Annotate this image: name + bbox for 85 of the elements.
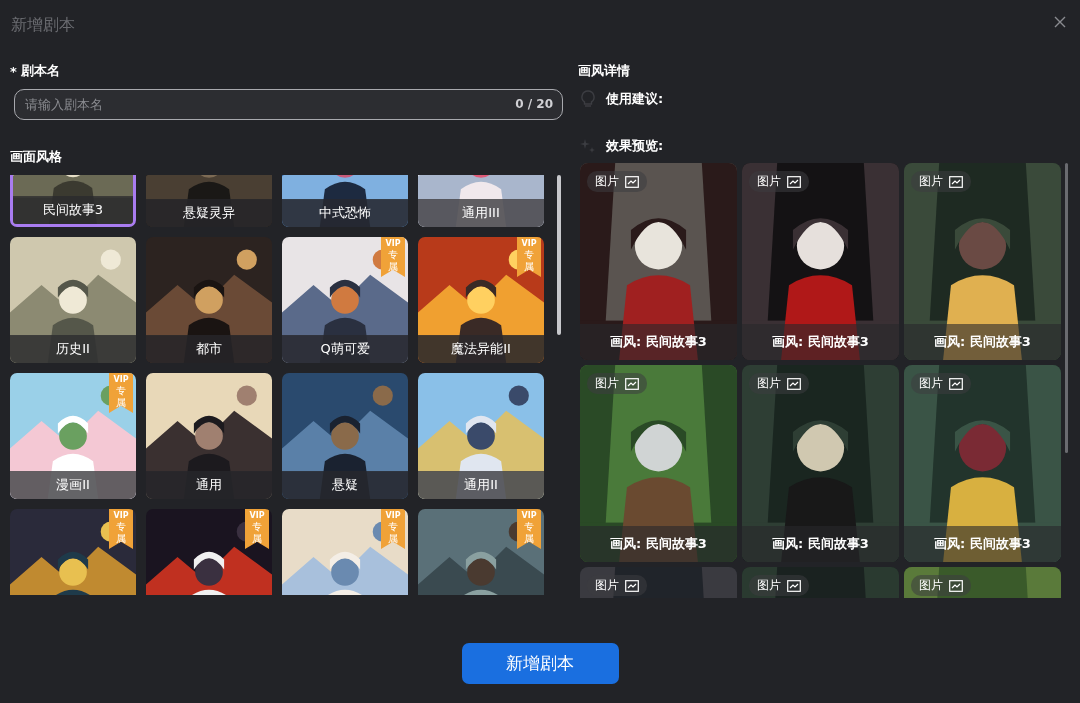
style-card[interactable]: 民间故事3 [10, 175, 136, 227]
style-card[interactable]: 历史II [10, 237, 136, 363]
preview-card[interactable]: 图片 画风: 民间故事3 [580, 163, 737, 360]
preview-card[interactable]: 图片 画风: 民间故事3 [742, 365, 899, 562]
preview-card[interactable]: 图片 画风: 民间故事3 [580, 365, 737, 562]
dialog-title: 新增剧本 [11, 14, 75, 36]
style-name: 中式恐怖 [282, 199, 408, 227]
tag-text: 图片 [595, 173, 619, 190]
ribbon-text: VIP [521, 511, 537, 521]
preview-caption: 画风: 民间故事3 [904, 526, 1061, 562]
style-name: 悬疑 [282, 471, 408, 499]
ribbon-text: 专属 [388, 521, 398, 545]
style-card[interactable]: 通用III [418, 175, 544, 227]
style-name: 悬疑灵异 [146, 199, 272, 227]
tag-text: 图片 [919, 577, 943, 594]
preview-card[interactable]: 图片 画风: 民间故事3 [904, 365, 1061, 562]
ribbon-text: 专属 [116, 521, 126, 545]
preview-caption: 画风: 民间故事3 [580, 324, 737, 360]
style-name: 都市 [146, 335, 272, 363]
style-name: 通用II [418, 471, 544, 499]
preview-caption: 画风: 民间故事3 [580, 526, 737, 562]
image-icon [625, 175, 639, 188]
preview-caption: 画风: 民间故事3 [742, 324, 899, 360]
image-icon [625, 377, 639, 390]
ribbon-text: 专属 [524, 249, 534, 273]
style-card[interactable]: VIP 专属 Q萌可爱 [282, 237, 408, 363]
image-icon [949, 579, 963, 592]
image-icon [949, 175, 963, 188]
usage-label: 使用建议: [606, 90, 664, 108]
tag-text: 图片 [595, 375, 619, 392]
tag-text: 图片 [919, 375, 943, 392]
style-name: Q萌可爱 [282, 335, 408, 363]
image-icon [787, 377, 801, 390]
style-card[interactable]: 悬疑 [282, 373, 408, 499]
tag-text: 图片 [757, 577, 781, 594]
ribbon-text: 专属 [252, 521, 262, 545]
sparkle-icon [580, 138, 596, 154]
ribbon-text: VIP [249, 511, 265, 521]
image-icon [949, 377, 963, 390]
ribbon-text: 专属 [116, 385, 126, 409]
style-name: 魔法异能II [418, 335, 544, 363]
close-icon[interactable] [1054, 16, 1066, 28]
preview-label: 效果预览: [606, 137, 664, 155]
style-name: 民间故事3 [13, 196, 133, 224]
style-name: 通用 [146, 471, 272, 499]
preview-card[interactable]: 图片 [742, 567, 899, 598]
section-title: 画面风格 [10, 148, 63, 166]
image-icon [787, 175, 801, 188]
submit-button[interactable]: 新增剧本 [461, 643, 619, 684]
style-card[interactable]: 都市 [146, 237, 272, 363]
tag-text: 图片 [919, 173, 943, 190]
style-name: 通用III [418, 199, 544, 227]
style-card[interactable]: VIP 专属 魔法异能II [418, 237, 544, 363]
style-name: 历史II [10, 335, 136, 363]
ribbon-text: 专属 [388, 249, 398, 273]
preview-card[interactable]: 图片 画风: 民间故事3 [904, 163, 1061, 360]
preview-caption: 画风: 民间故事3 [904, 324, 1061, 360]
style-card[interactable]: 悬疑灵异 [146, 175, 272, 227]
style-card[interactable]: 通用 [146, 373, 272, 499]
preview-card[interactable]: 图片 画风: 民间故事3 [742, 163, 899, 360]
style-card[interactable]: VIP 专属 漫画II [10, 373, 136, 499]
tag-text: 图片 [595, 577, 619, 594]
style-card[interactable]: 中式恐怖 [282, 175, 408, 227]
char-counter: 0 / 20 [515, 97, 553, 111]
lightbulb-icon [580, 90, 596, 108]
image-icon [787, 579, 801, 592]
style-name: 漫画II [10, 471, 136, 499]
field-label: 剧本名 [20, 62, 60, 80]
tag-text: 图片 [757, 173, 781, 190]
ribbon-text: VIP [521, 239, 537, 249]
scrollbar-thumb[interactable] [557, 175, 561, 335]
section-title: 画风详情 [578, 62, 631, 80]
ribbon-text: VIP [385, 239, 401, 249]
style-card[interactable]: 通用II [418, 373, 544, 499]
preview-card[interactable]: 图片 [580, 567, 737, 598]
ribbon-text: VIP [385, 511, 401, 521]
preview-caption: 画风: 民间故事3 [742, 526, 899, 562]
required-mark: * [10, 63, 17, 79]
ribbon-text: VIP [113, 511, 129, 521]
ribbon-text: 专属 [524, 521, 534, 545]
scrollbar-thumb[interactable] [1065, 163, 1068, 453]
ribbon-text: VIP [113, 375, 129, 385]
preview-card[interactable]: 图片 [904, 567, 1061, 598]
tag-text: 图片 [757, 375, 781, 392]
image-icon [625, 579, 639, 592]
